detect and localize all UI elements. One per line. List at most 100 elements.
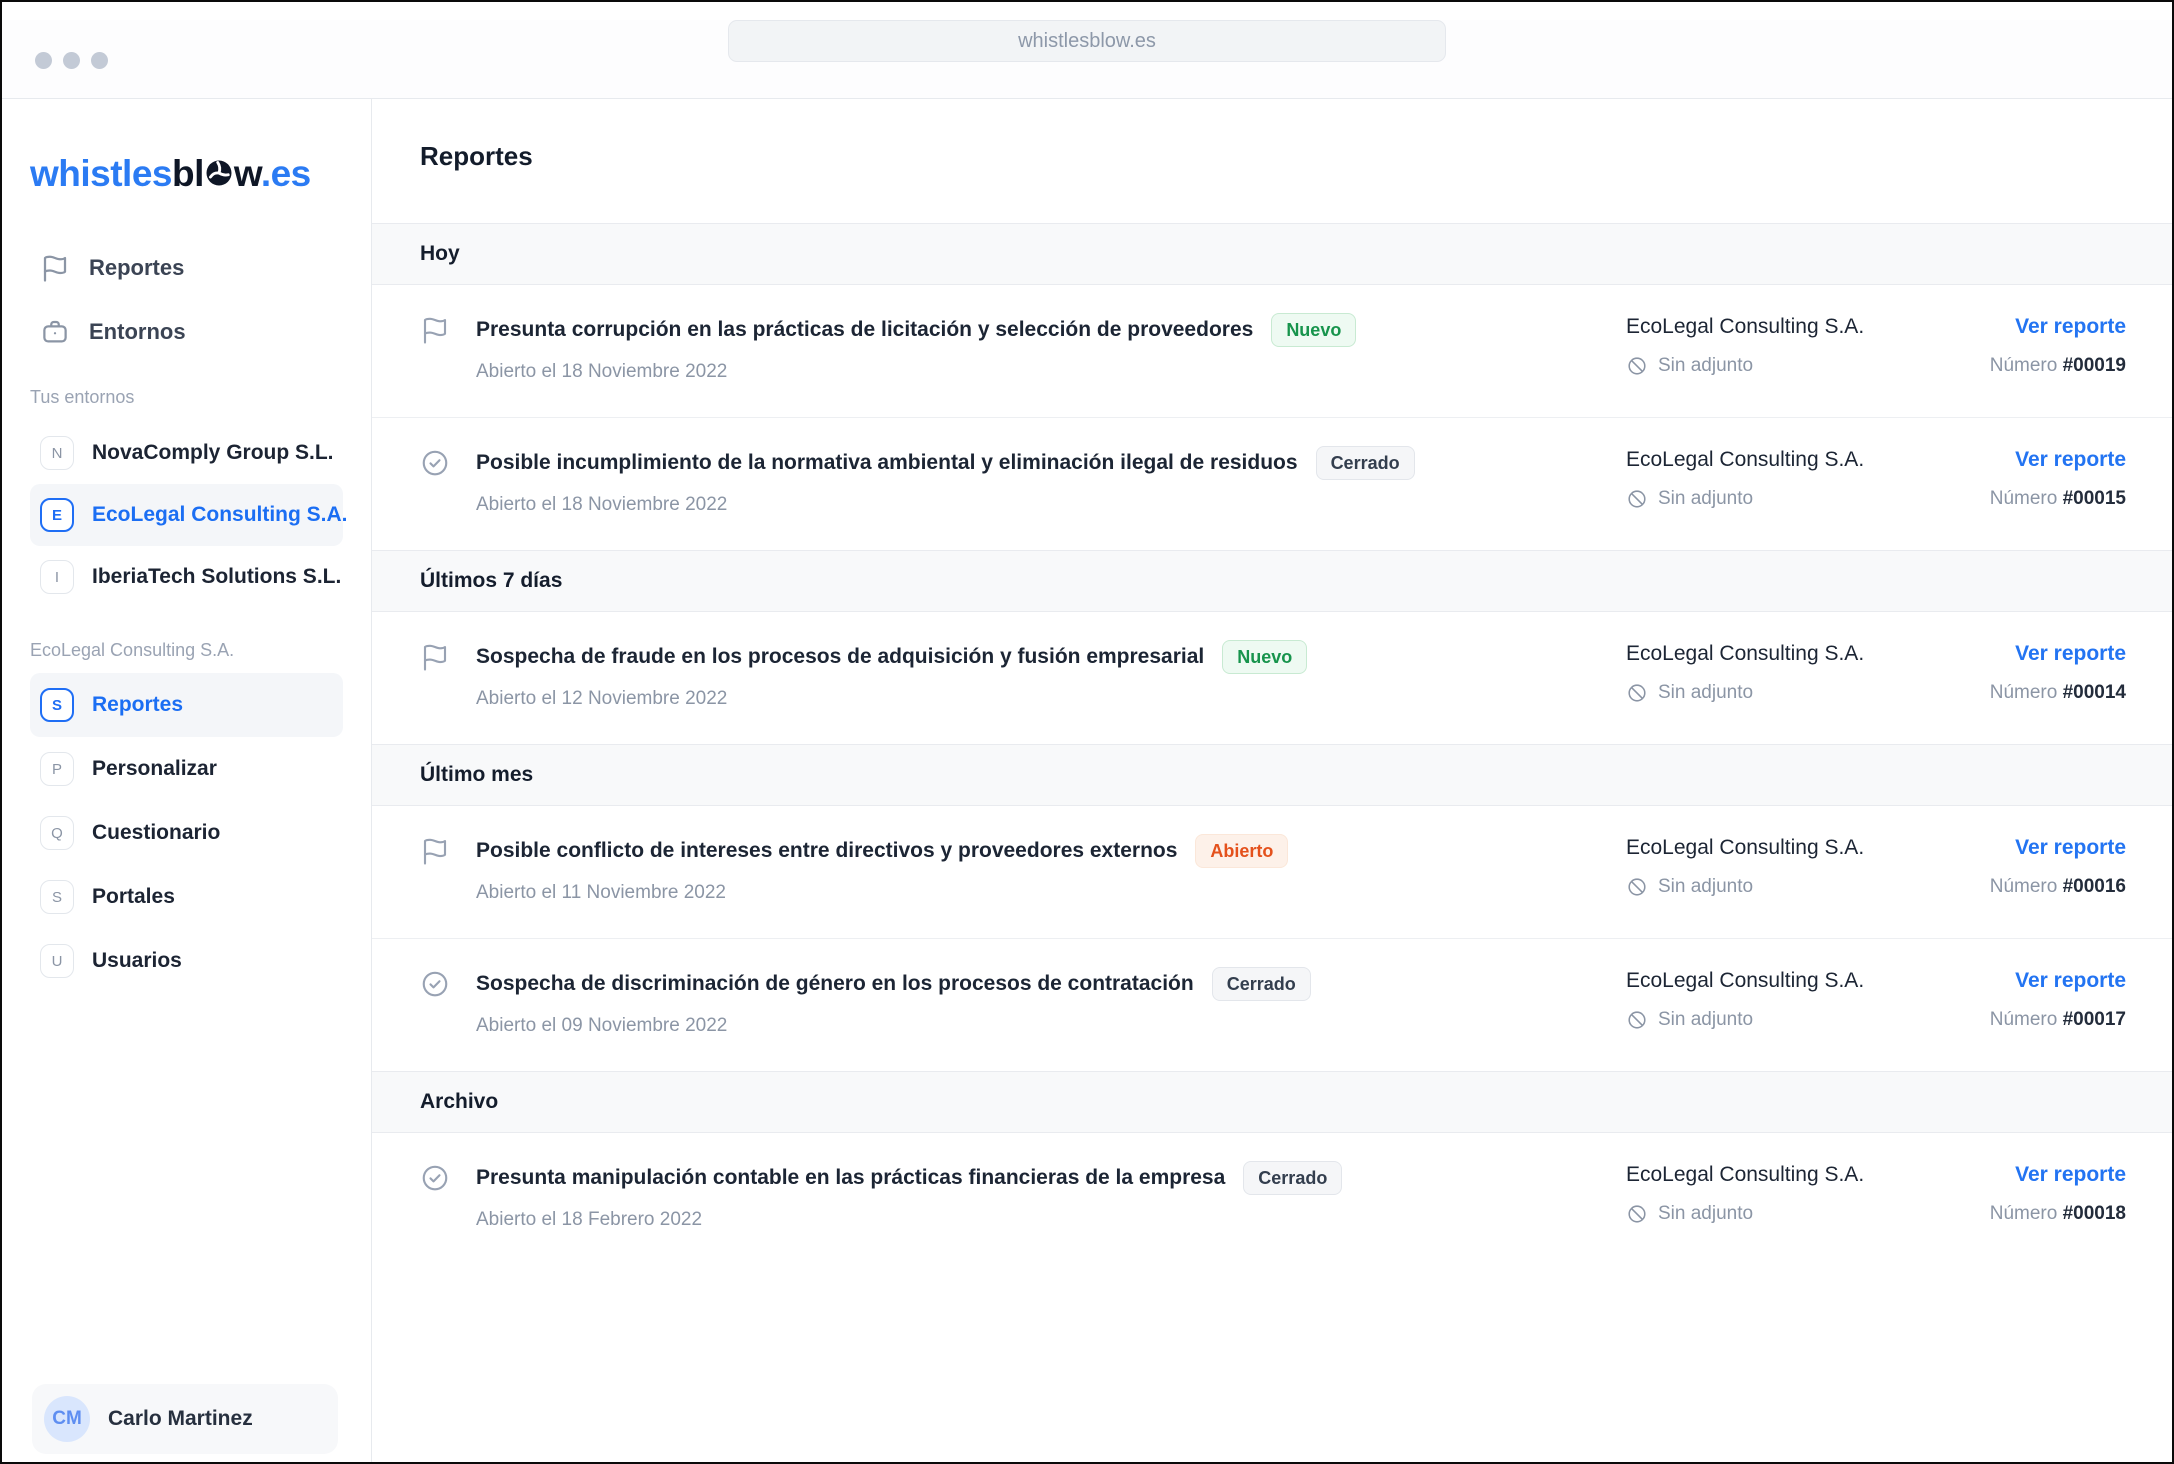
flag-icon: [420, 642, 450, 710]
flag-icon: [420, 836, 450, 904]
report-row[interactable]: Posible conflicto de intereses entre dir…: [372, 806, 2172, 938]
environment-initial-badge: E: [40, 498, 74, 532]
environment-initial-badge: N: [40, 436, 74, 470]
user-menu[interactable]: CM Carlo Martinez: [32, 1384, 338, 1454]
report-date: Abierto el 09 Noviembre 2022: [476, 1015, 1311, 1037]
flag-icon: [40, 253, 70, 283]
report-title: Posible incumplimiento de la normativa a…: [476, 449, 1298, 477]
report-row[interactable]: Presunta manipulación contable en las pr…: [372, 1133, 2172, 1265]
sidebar-item-label: Reportes: [92, 693, 183, 717]
attachment-status: Sin adjunto: [1658, 876, 1753, 898]
report-company: EcoLegal Consulting S.A.: [1626, 1161, 1864, 1189]
environment-name: EcoLegal Consulting S.A.: [92, 503, 348, 527]
attachment-status: Sin adjunto: [1658, 355, 1753, 377]
check-circle-icon: [420, 448, 450, 516]
environment-initial-badge: I: [40, 560, 74, 594]
window-control-dot[interactable]: [63, 52, 80, 69]
environment-item-novacomply[interactable]: N NovaComply Group S.L.: [30, 422, 343, 484]
report-row[interactable]: Posible incumplimiento de la normativa a…: [372, 417, 2172, 550]
section-header-hoy: Hoy: [372, 223, 2172, 285]
report-row[interactable]: Sospecha de fraude en los procesos de ad…: [372, 612, 2172, 744]
sidebar-item-entornos[interactable]: Entornos: [30, 309, 343, 355]
attachment-status: Sin adjunto: [1658, 488, 1753, 510]
sidebar-item-company-reportes[interactable]: S Reportes: [30, 673, 343, 737]
no-attachment-icon: [1626, 1009, 1648, 1031]
report-title: Sospecha de discriminación de género en …: [476, 970, 1194, 998]
view-report-link[interactable]: Ver reporte: [2015, 1161, 2126, 1189]
view-report-link[interactable]: Ver reporte: [2015, 834, 2126, 862]
report-company: EcoLegal Consulting S.A.: [1626, 834, 1864, 862]
no-attachment-icon: [1626, 1203, 1648, 1225]
environments-section-label: Tus entornos: [30, 387, 343, 408]
report-company: EcoLegal Consulting S.A.: [1626, 446, 1864, 474]
logo-part: bl: [172, 153, 204, 194]
main-content: Reportes Hoy Presunta corrupción en las …: [372, 99, 2172, 1464]
report-number: Número #00014: [1990, 682, 2126, 704]
report-row[interactable]: Sospecha de discriminación de género en …: [372, 938, 2172, 1071]
window-control-dot[interactable]: [35, 52, 52, 69]
sidebar-item-label: Entornos: [89, 319, 186, 345]
report-number: Número #00016: [1990, 876, 2126, 898]
attachment-status: Sin adjunto: [1658, 1203, 1753, 1225]
attachment-status: Sin adjunto: [1658, 1009, 1753, 1031]
report-date: Abierto el 12 Noviembre 2022: [476, 688, 1307, 710]
logo-part: .es: [261, 153, 311, 194]
view-report-link[interactable]: Ver reporte: [2015, 313, 2126, 341]
page-title: Reportes: [420, 141, 2172, 172]
view-report-link[interactable]: Ver reporte: [2015, 967, 2126, 995]
environment-name: NovaComply Group S.L.: [92, 441, 334, 465]
logo-part: w: [234, 153, 261, 194]
view-report-link[interactable]: Ver reporte: [2015, 446, 2126, 474]
user-name: Carlo Martinez: [108, 1407, 253, 1431]
sidebar-item-reportes[interactable]: Reportes: [30, 245, 343, 291]
report-date: Abierto el 18 Febrero 2022: [476, 1209, 1342, 1231]
attachment-status: Sin adjunto: [1658, 682, 1753, 704]
sidebar-item-label: Cuestionario: [92, 821, 220, 845]
no-attachment-icon: [1626, 876, 1648, 898]
report-title: Sospecha de fraude en los procesos de ad…: [476, 643, 1204, 671]
briefcase-icon: [40, 317, 70, 347]
logo-part: whistles: [30, 153, 172, 194]
item-initial-badge: S: [40, 880, 74, 914]
status-badge: Cerrado: [1243, 1161, 1342, 1195]
item-initial-badge: S: [40, 688, 74, 722]
report-date: Abierto el 18 Noviembre 2022: [476, 361, 1356, 383]
view-report-link[interactable]: Ver reporte: [2015, 640, 2126, 668]
flag-icon: [420, 315, 450, 383]
status-badge: Nuevo: [1222, 640, 1307, 674]
environment-item-ecolegal[interactable]: E EcoLegal Consulting S.A.: [30, 484, 343, 546]
no-attachment-icon: [1626, 682, 1648, 704]
item-initial-badge: P: [40, 752, 74, 786]
item-initial-badge: U: [40, 944, 74, 978]
no-attachment-icon: [1626, 488, 1648, 510]
browser-topbar: whistlesblow.es: [2, 20, 2172, 99]
sidebar-item-cuestionario[interactable]: Q Cuestionario: [30, 801, 343, 865]
sidebar-item-portales[interactable]: S Portales: [30, 865, 343, 929]
window-controls[interactable]: [35, 52, 108, 69]
sidebar-item-usuarios[interactable]: U Usuarios: [30, 929, 343, 993]
sidebar-item-personalizar[interactable]: P Personalizar: [30, 737, 343, 801]
status-badge: Nuevo: [1271, 313, 1356, 347]
check-circle-icon: [420, 969, 450, 1037]
sidebar-item-label: Portales: [92, 885, 175, 909]
report-company: EcoLegal Consulting S.A.: [1626, 967, 1864, 995]
report-company: EcoLegal Consulting S.A.: [1626, 313, 1864, 341]
environment-item-iberiatech[interactable]: I IberiaTech Solutions S.L.: [30, 546, 343, 608]
sidebar-item-label: Reportes: [89, 255, 184, 281]
section-header-ultimos-7-dias: Últimos 7 días: [372, 550, 2172, 612]
report-date: Abierto el 18 Noviembre 2022: [476, 494, 1415, 516]
logo-aperture-icon: [204, 155, 234, 185]
sidebar: whistlesblw.es Reportes Entornos Tus ent…: [2, 99, 372, 1464]
report-date: Abierto el 11 Noviembre 2022: [476, 882, 1288, 904]
address-bar[interactable]: whistlesblow.es: [728, 20, 1446, 62]
app-window: whistlesblow.es whistlesblw.es Reportes …: [0, 0, 2174, 1464]
report-row[interactable]: Presunta corrupción en las prácticas de …: [372, 285, 2172, 417]
window-control-dot[interactable]: [91, 52, 108, 69]
report-title: Presunta manipulación contable en las pr…: [476, 1164, 1225, 1192]
section-header-archivo: Archivo: [372, 1071, 2172, 1133]
sidebar-item-label: Usuarios: [92, 949, 182, 973]
no-attachment-icon: [1626, 355, 1648, 377]
report-title: Posible conflicto de intereses entre dir…: [476, 837, 1177, 865]
report-number: Número #00018: [1990, 1203, 2126, 1225]
company-section-label: EcoLegal Consulting S.A.: [30, 640, 343, 661]
